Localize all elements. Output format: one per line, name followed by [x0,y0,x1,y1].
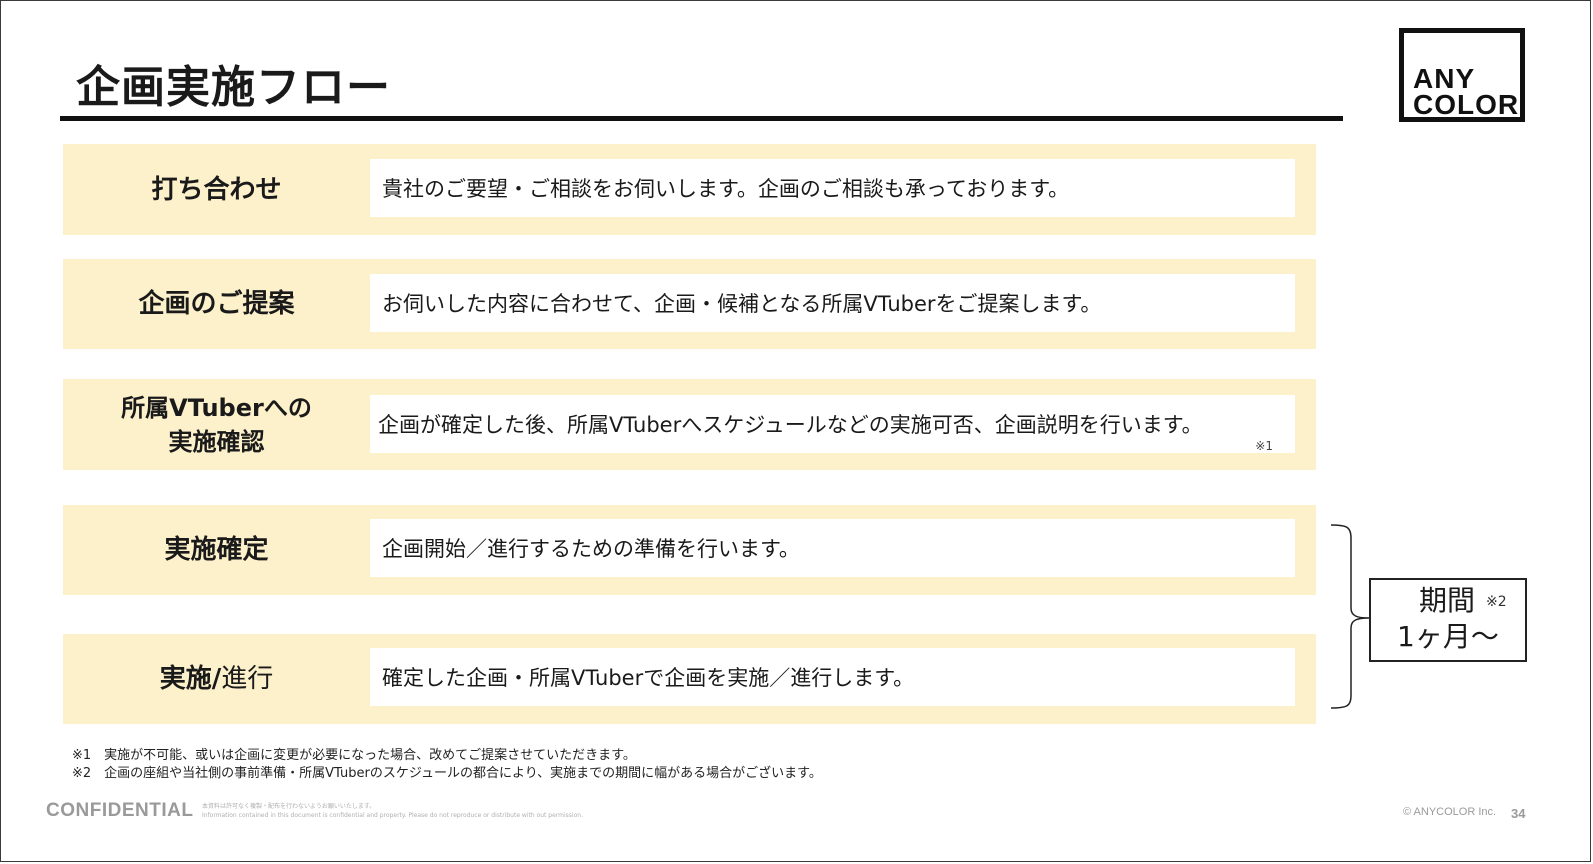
title-underline [60,116,1343,121]
step-label-part-b: 進行 [221,664,274,694]
step-row-meeting: 打ち合わせ 貴社のご要望・ご相談をお伺いします。企画のご相談も承っております。 [63,144,1316,235]
disclaimer-ja: 本資料は許可なく複製・配布を行わないようお願いいたします。 [202,803,376,810]
step-label: 所属VTuberへの 実施確認 [63,379,370,470]
anycolor-logo: ANY COLOR [1399,28,1525,122]
confidential-label: CONFIDENTIAL [46,800,194,821]
step-description: 企画開始／進行するための準備を行います。 [382,537,800,561]
step-description: 確定した企画・所属VTuberで企画を実施／進行します。 [382,666,915,690]
step-description-box: 企画開始／進行するための準備を行います。 [370,519,1295,577]
step-label-line-2: 実施確認 [168,427,265,456]
step-label: 実施確定 [164,535,269,565]
step-description: 貴社のご要望・ご相談をお伺いします。企画のご相談も承っております。 [382,177,1070,201]
step-description-box: 貴社のご要望・ご相談をお伺いします。企画のご相談も承っております。 [370,159,1295,217]
step-label: 実施/進行 [63,634,370,724]
logo-line-2: COLOR [1413,89,1520,120]
copyright: © ANYCOLOR Inc. [1403,806,1497,818]
step-label-line-1: 所属VTuberへの [121,393,312,422]
period-label: 期間 [1419,584,1476,617]
step-row-proposal: 企画のご提案 お伺いした内容に合わせて、企画・候補となる所属VTuberをご提案… [63,259,1316,349]
step-label-part-a: 実施/ [159,664,222,694]
step-label: 企画のご提案 [138,289,295,319]
step-description: 企画が確定した後、所属VTuberへスケジュールなどの実施可否、企画説明を行いま… [378,413,1203,437]
step-row-finalize: 実施確定 企画開始／進行するための準備を行います。 [63,505,1316,595]
step-description-box: 企画が確定した後、所属VTuberへスケジュールなどの実施可否、企画説明を行いま… [370,395,1295,453]
step-description: お伺いした内容に合わせて、企画・候補となる所属VTuberをご提案します。 [382,292,1102,316]
step-description-box: 確定した企画・所属VTuberで企画を実施／進行します。 [370,648,1295,706]
step-row-execution: 実施/進行 確定した企画・所属VTuberで企画を実施／進行します。 [63,634,1316,724]
disclaimer-en: Information contained in this document i… [202,812,583,819]
period-value: 1ヶ月～ [1397,620,1499,653]
step-description-box: お伺いした内容に合わせて、企画・候補となる所属VTuberをご提案します。 [370,274,1295,332]
period-footnote-marker: ※2 [1486,594,1507,610]
step-row-confirmation: 所属VTuberへの 実施確認 企画が確定した後、所属VTuberへスケジュール… [63,379,1316,470]
page-title: 企画実施フロー [76,62,391,113]
footnote-2: ※2 企画の座組や当社側の事前準備・所属VTuberのスケジュールの都合により、… [72,766,822,781]
period-box: 期間 ※2 1ヶ月～ [1369,578,1527,662]
footnote-1: ※1 実施が不可能、或いは企画に変更が必要になった場合、改めてご提案させていただ… [72,748,636,763]
page-number: 34 [1511,806,1526,821]
footnote-marker-1: ※1 [1255,439,1273,453]
step-label: 打ち合わせ [151,174,282,205]
